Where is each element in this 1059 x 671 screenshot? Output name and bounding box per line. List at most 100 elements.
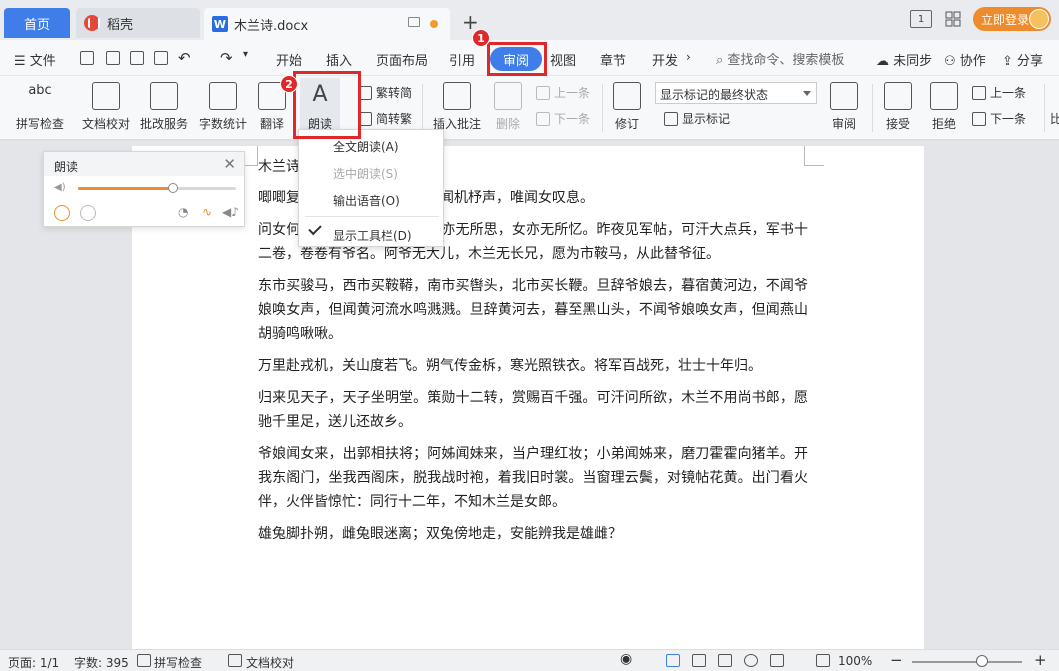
speed-icon[interactable]: ◔ [178, 205, 188, 219]
tab-page-layout[interactable]: 页面布局 [376, 50, 428, 69]
tab-insert[interactable]: 插入 [326, 50, 352, 69]
prev-change-button[interactable]: 上一条 [972, 84, 1026, 101]
voice-wave-icon[interactable]: ∿ [202, 205, 212, 219]
more-tabs-icon[interactable]: › [686, 50, 691, 64]
tab-document-label: 木兰诗.docx [234, 18, 309, 34]
chevron-down-icon [803, 91, 811, 96]
prev-comment-button[interactable]: 上一条 [536, 84, 590, 101]
compare-button[interactable]: 比 [1050, 110, 1059, 127]
doc-check-button[interactable]: 文档校对 [78, 76, 134, 140]
review-pane-button[interactable]: 审阅 [826, 76, 862, 140]
apps-grid-icon[interactable] [942, 10, 964, 28]
zoom-out-button[interactable]: − [890, 651, 903, 669]
save-icon[interactable] [80, 51, 94, 65]
menu-item-show-toolbar[interactable]: 显示工具栏(D) [333, 227, 412, 244]
layout-icon[interactable]: 1 [910, 10, 932, 28]
step-badge-1: 1 [472, 29, 490, 47]
page-view-icon[interactable] [666, 654, 680, 667]
reject-label: 拒绝 [931, 117, 956, 131]
menu-divider [305, 216, 439, 217]
share-button[interactable]: ⇪ 分享 [1002, 50, 1043, 69]
doc-check-icon [92, 82, 120, 110]
spellcheck-status[interactable]: 拼写检查 [154, 654, 202, 671]
tab-start[interactable]: 开始 [276, 50, 302, 69]
menu-item-export-audio[interactable]: 输出语音(O) [333, 192, 400, 209]
avatar-icon [1029, 9, 1049, 29]
display-status-select[interactable]: 显示标记的最终状态 [655, 82, 817, 104]
page-indicator[interactable]: 页面: 1/1 [8, 654, 59, 671]
spellcheck-status-icon [137, 654, 151, 667]
read-aloud-panel-header[interactable]: 朗读 ✕ [44, 152, 244, 176]
paragraph-6: 爷娘闻女来，出郭相扶将；阿姊闻妹来，当户理红妆；小弟闻姊来，磨刀霍霍向猪羊。开我… [258, 446, 808, 510]
web-view-icon[interactable] [744, 654, 758, 667]
word-count-indicator[interactable]: 字数: 395 [74, 654, 129, 671]
stop-icon[interactable] [80, 205, 96, 221]
unsync-label: 未同步 [893, 54, 933, 69]
translate-label: 翻译 [259, 117, 284, 131]
zoom-slider[interactable] [912, 661, 1022, 663]
spellcheck-button[interactable]: abc 拼写检查 [10, 76, 70, 140]
volume-slider-handle[interactable] [167, 183, 178, 193]
trad-to-simp-button[interactable]: 繁转简 [358, 84, 412, 101]
delete-comment-button[interactable]: 删除 [488, 76, 528, 140]
screen-icon[interactable] [408, 17, 420, 27]
revise-button[interactable]: 修订 [608, 76, 646, 140]
print-preview-icon[interactable] [154, 51, 168, 65]
next-change-button[interactable]: 下一条 [972, 110, 1026, 127]
volume-slider[interactable] [78, 183, 236, 193]
eye-protection-icon[interactable]: ◉ [620, 651, 632, 667]
tab-developer[interactable]: 开发 [652, 50, 678, 69]
accept-button[interactable]: 接受 [880, 76, 916, 140]
paragraph-7: 雄兔脚扑朔，雌兔眼迷离；双兔傍地走，安能辨我是雄雌？ [258, 526, 622, 542]
next-comment-icon [536, 111, 550, 126]
correction-service-button[interactable]: 批改服务 [138, 76, 190, 140]
read-aloud-panel: 朗读 ✕ ◀) ◔ ∿ ◀♪ [43, 151, 245, 227]
fit-page-icon[interactable] [816, 654, 830, 667]
quick-access-more-icon[interactable]: ▾ [243, 49, 248, 60]
reading-view-icon[interactable] [718, 654, 732, 667]
zoom-slider-handle[interactable] [976, 655, 988, 667]
word-count-button[interactable]: 字数统计 [196, 76, 250, 140]
write-mode-icon[interactable] [770, 654, 784, 667]
tab-references[interactable]: 引用 [449, 50, 475, 69]
login-button[interactable]: 立即登录 [973, 7, 1051, 31]
tab-document[interactable]: W 木兰诗.docx [204, 8, 450, 40]
prev-change-icon [972, 85, 986, 100]
close-icon[interactable]: ✕ [223, 155, 236, 173]
command-search[interactable]: ⌕ 查找命令、搜索模板 [716, 49, 844, 68]
spellcheck-label: 拼写检查 [15, 117, 64, 131]
prev-comment-icon [536, 85, 550, 100]
play-icon[interactable] [54, 205, 70, 221]
redo-icon[interactable]: ↷ [220, 49, 233, 67]
menu-file[interactable]: ☰ 文件 [14, 50, 56, 69]
doc-check-status[interactable]: 文档校对 [246, 654, 294, 671]
next-comment-button[interactable]: 下一条 [536, 110, 590, 127]
tab-view[interactable]: 视图 [550, 50, 576, 69]
export-pdf-icon[interactable] [106, 51, 120, 65]
menu-item-read-selection[interactable]: 选中朗读(S) [333, 165, 398, 182]
read-aloud-panel-title: 朗读 [54, 160, 79, 174]
undo-icon[interactable]: ↶ [178, 49, 191, 67]
outline-view-icon[interactable] [692, 654, 706, 667]
unsync-button[interactable]: ☁ 未同步 [876, 50, 932, 69]
delete-comment-label: 删除 [495, 117, 520, 131]
reject-button[interactable]: 拒绝 [926, 76, 962, 140]
tab-chapter[interactable]: 章节 [600, 50, 626, 69]
menu-item-read-all[interactable]: 全文朗读(A) [333, 138, 399, 155]
tab-daoke[interactable]: 稻壳 [76, 8, 200, 38]
print-icon[interactable] [130, 51, 144, 65]
show-markup-button[interactable]: 显示标记 [664, 110, 730, 127]
display-status-value: 显示标记的最终状态 [660, 88, 769, 102]
collab-icon: ⚇ [944, 54, 956, 69]
zoom-in-button[interactable]: + [1034, 651, 1047, 669]
simp-to-trad-button[interactable]: 简转繁 [358, 110, 412, 127]
title-bar: 首页 稻壳 W 木兰诗.docx + 1 立即登录 [0, 0, 1059, 40]
prev-change-label: 上一条 [990, 86, 1027, 100]
revise-icon [613, 82, 641, 110]
tab-home[interactable]: 首页 [4, 8, 70, 38]
collab-button[interactable]: ⚇ 协作 [944, 50, 986, 69]
next-change-label: 下一条 [990, 112, 1027, 126]
volume-settings-icon[interactable]: ◀♪ [222, 205, 239, 219]
zoom-level[interactable]: 100% [838, 654, 872, 668]
compare-label: 比 [1050, 112, 1059, 126]
